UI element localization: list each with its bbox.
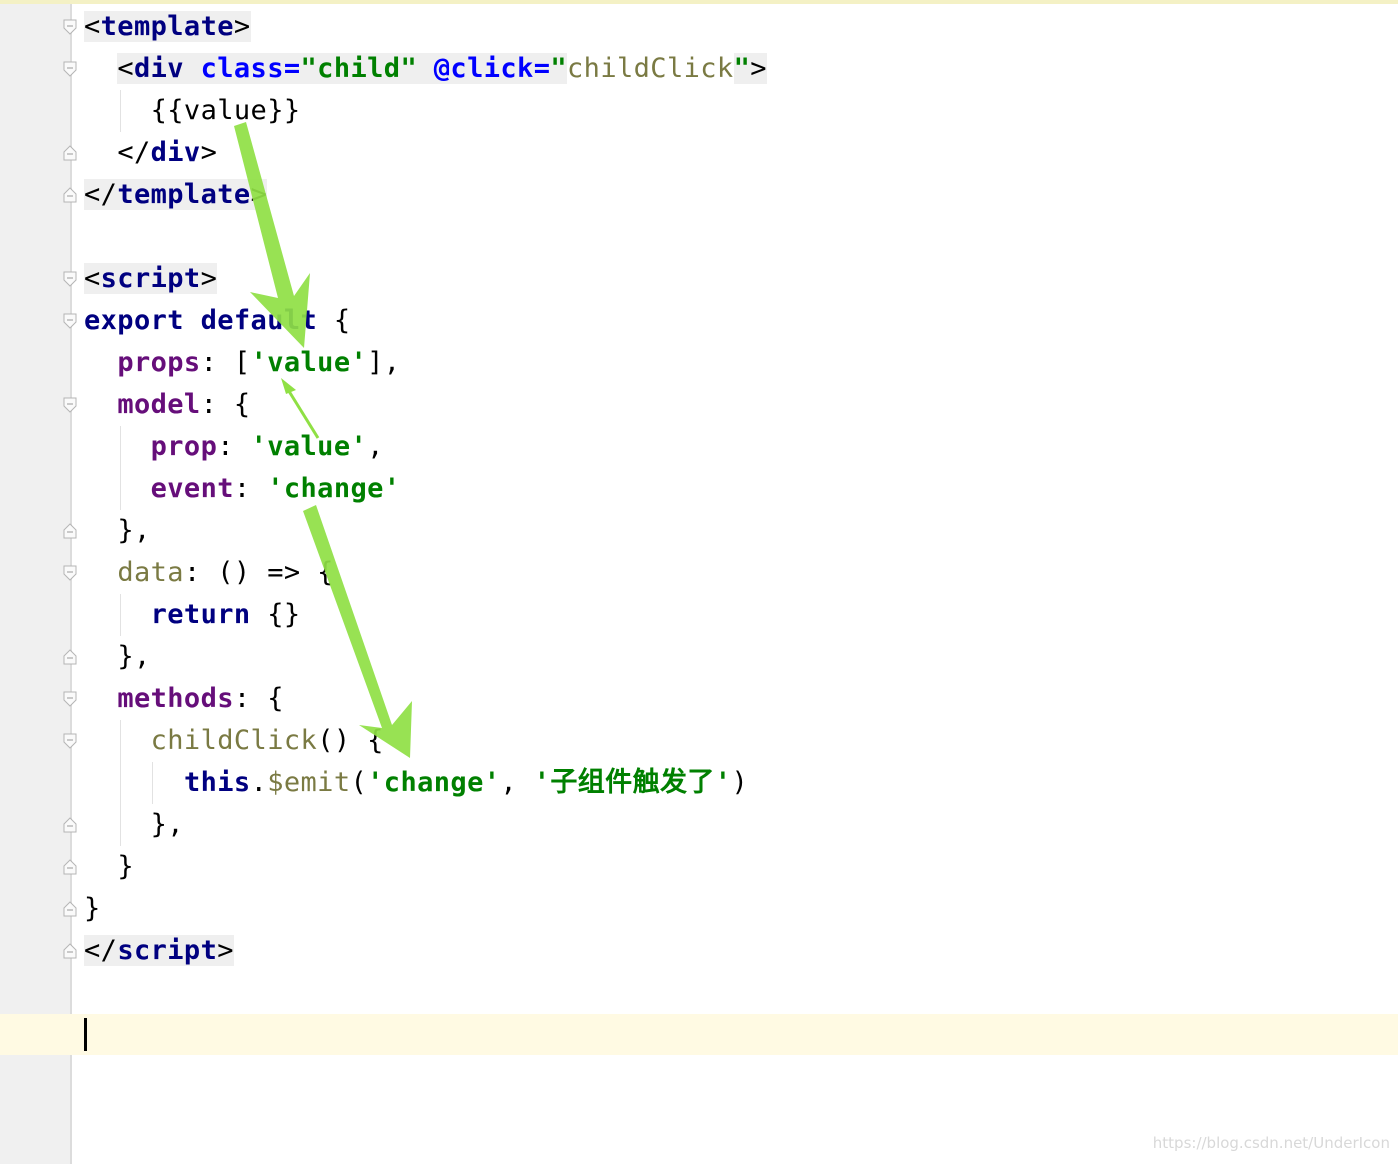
annotation-overlay <box>234 122 412 758</box>
big-arrow-event-to-emit <box>303 505 412 758</box>
watermark: https://blog.csdn.net/UnderIcon <box>1152 1134 1390 1152</box>
big-arrow-template-to-props <box>234 122 310 348</box>
thin-arrow-prop-to-props <box>281 378 320 439</box>
